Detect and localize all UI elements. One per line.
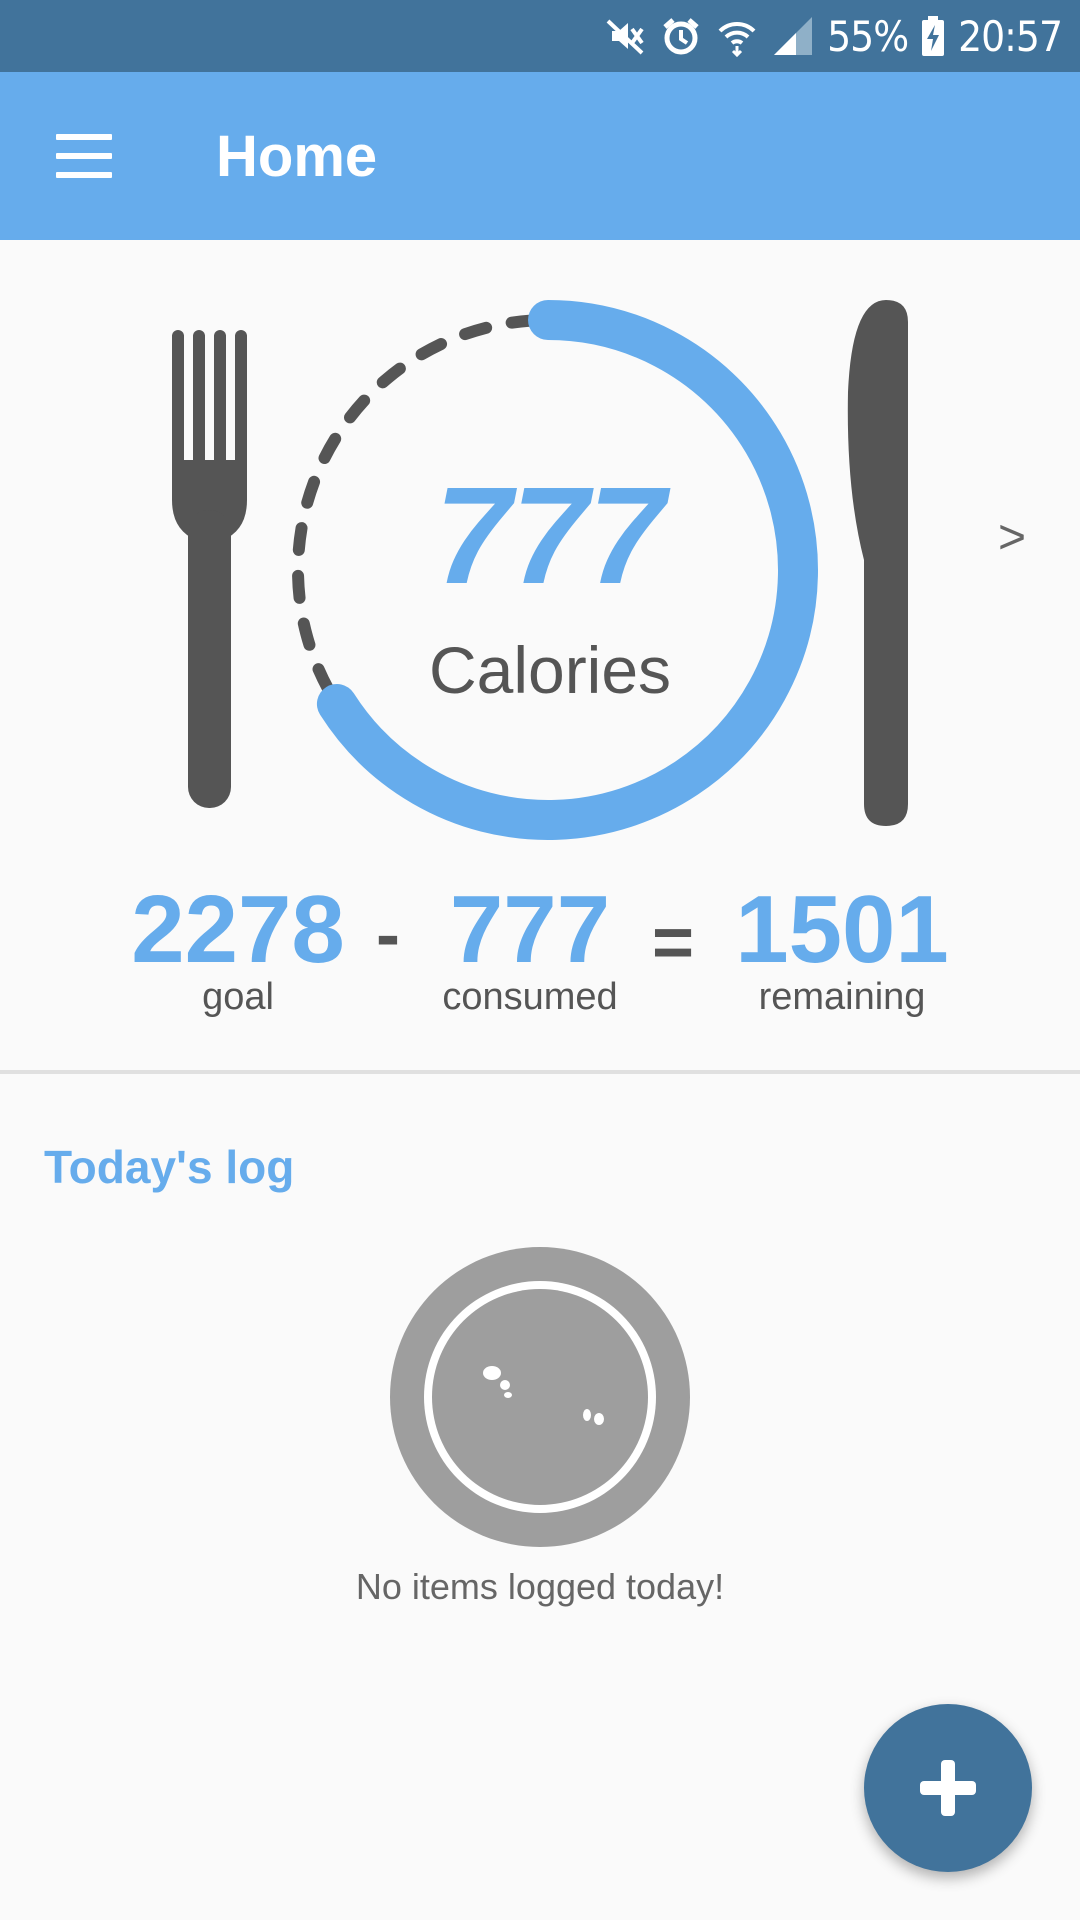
section-divider bbox=[0, 1070, 1080, 1074]
add-food-button[interactable] bbox=[864, 1704, 1032, 1872]
signal-icon bbox=[771, 14, 815, 58]
battery-percentage: 55% bbox=[827, 11, 909, 61]
calories-value: 777 bbox=[434, 459, 666, 613]
goal-block: 2278 goal bbox=[118, 880, 358, 1019]
next-day-button[interactable]: > bbox=[998, 510, 1026, 565]
empty-log-message: No items logged today! bbox=[355, 1566, 725, 1607]
remaining-block: 1501 remaining bbox=[722, 880, 962, 1019]
calorie-equation: 2278 goal - 777 consumed = 1501 remainin… bbox=[0, 880, 1080, 1030]
mute-icon bbox=[603, 14, 647, 58]
app-bar: Home bbox=[0, 72, 1080, 240]
equals-sign: = bbox=[652, 903, 695, 983]
calories-label: Calories bbox=[428, 633, 672, 707]
empty-plate-icon bbox=[390, 1247, 690, 1552]
clock-time: 20:57 bbox=[958, 11, 1063, 61]
knife-icon bbox=[847, 300, 908, 826]
alarm-icon bbox=[659, 14, 703, 58]
hamburger-menu-icon[interactable] bbox=[56, 134, 112, 178]
page-title: Home bbox=[216, 123, 378, 189]
consumed-value: 777 bbox=[449, 876, 611, 983]
consumed-label: consumed bbox=[442, 976, 618, 1018]
minus-sign: - bbox=[376, 895, 400, 975]
battery-charging-icon bbox=[920, 14, 946, 58]
remaining-value: 1501 bbox=[735, 876, 949, 983]
status-bar: 55% 20:57 bbox=[0, 0, 1080, 72]
goal-value: 2278 bbox=[131, 876, 345, 983]
todays-log-heading: Today's log bbox=[44, 1141, 295, 1193]
fork-icon bbox=[172, 330, 247, 808]
plus-icon bbox=[920, 1760, 976, 1816]
wifi-icon bbox=[715, 14, 759, 58]
consumed-block: 777 consumed bbox=[430, 880, 630, 1019]
